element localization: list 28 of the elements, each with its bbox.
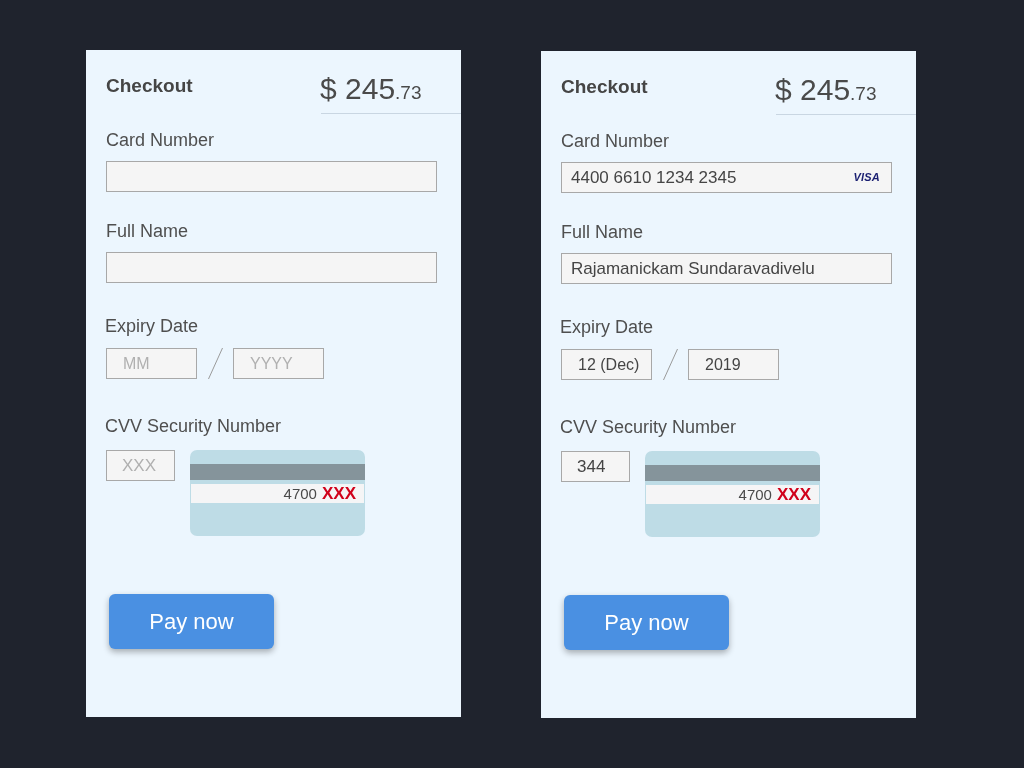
- checkout-title: Checkout: [106, 75, 193, 97]
- field-label: Full Name: [561, 221, 644, 243]
- month-field[interactable]: 12 (Dec): [561, 349, 652, 380]
- field-label: CVV Security Number: [105, 415, 282, 437]
- total-amount: $ 245.73: [775, 73, 877, 108]
- slash-icon: [663, 349, 678, 380]
- full-name-field[interactable]: [106, 252, 437, 283]
- slash-icon: [208, 348, 223, 379]
- year-field[interactable]: YYYY: [233, 348, 324, 379]
- field-label: Card Number: [561, 130, 670, 152]
- security-code-text: XXX: [321, 484, 356, 503]
- security-code-text: XXX: [776, 485, 811, 504]
- month-field[interactable]: MM: [106, 348, 197, 379]
- total-amount: $ 245.73: [320, 72, 422, 107]
- field-label: Full Name: [106, 220, 189, 242]
- year-field[interactable]: 2019: [688, 349, 779, 380]
- field-label: Expiry Date: [105, 315, 199, 337]
- card-number-field[interactable]: [106, 161, 437, 192]
- card-brand-logo: VISA: [853, 171, 880, 184]
- field-label: CVV Security Number: [560, 416, 737, 438]
- field-label: Expiry Date: [560, 316, 654, 338]
- card-digits-text: 4700: [738, 485, 772, 504]
- card-digits-text: 4700: [283, 484, 317, 503]
- full-name-field[interactable]: Rajamanickam Sundaravadivelu: [561, 253, 892, 284]
- cvv-field[interactable]: 344: [561, 451, 630, 482]
- cvv-field[interactable]: XXX: [106, 450, 175, 481]
- checkout-title: Checkout: [561, 76, 648, 98]
- field-label: Card Number: [106, 129, 215, 151]
